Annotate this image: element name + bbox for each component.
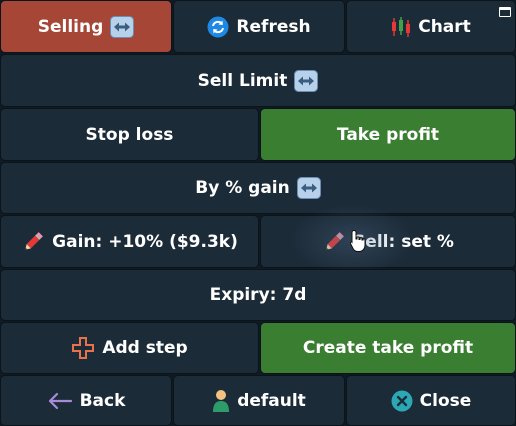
- chart-button[interactable]: Chart: [346, 0, 516, 53]
- default-profile-label: default: [237, 390, 306, 411]
- back-label: Back: [79, 390, 126, 411]
- plus-icon: [71, 336, 95, 360]
- close-button[interactable]: Close: [346, 375, 516, 426]
- back-button[interactable]: Back: [0, 375, 172, 426]
- refresh-button[interactable]: Refresh: [173, 0, 345, 53]
- by-gain-button[interactable]: By % gain: [0, 162, 516, 214]
- pencil-icon: [322, 230, 346, 254]
- default-profile-button[interactable]: default: [173, 375, 345, 426]
- expiry-button[interactable]: Expiry: 7d: [0, 269, 516, 321]
- by-gain-label: By % gain: [195, 178, 290, 198]
- expiry-label: Expiry: 7d: [209, 285, 307, 305]
- refresh-label: Refresh: [236, 16, 311, 37]
- sell-limit-button[interactable]: Sell Limit: [0, 54, 516, 107]
- gain-label: Gain: +10% ($9.3k): [52, 231, 238, 252]
- chart-label: Chart: [418, 16, 471, 37]
- sell-percent-label: Sell: set %: [353, 231, 454, 252]
- selling-button[interactable]: Selling: [0, 0, 172, 53]
- user-icon: [212, 389, 230, 413]
- create-take-profit-button[interactable]: Create take profit: [260, 322, 516, 374]
- sell-percent-button[interactable]: Sell: set %: [260, 215, 516, 268]
- add-step-label: Add step: [102, 338, 188, 358]
- take-profit-label: Take profit: [336, 124, 440, 145]
- stop-loss-label: Stop loss: [85, 124, 174, 145]
- left-right-arrows-icon: [110, 15, 135, 38]
- minimize-icon[interactable]: [499, 7, 511, 17]
- take-profit-button[interactable]: Take profit: [260, 108, 516, 161]
- gain-button[interactable]: Gain: +10% ($9.3k): [0, 215, 259, 268]
- close-circle-icon: [391, 390, 413, 412]
- sell-limit-label: Sell Limit: [197, 70, 288, 91]
- refresh-icon: [207, 16, 229, 38]
- close-label: Close: [419, 390, 472, 411]
- left-right-arrows-icon: [294, 69, 319, 92]
- add-step-button[interactable]: Add step: [0, 322, 259, 374]
- candlestick-chart-icon: [391, 16, 411, 38]
- pencil-icon: [21, 230, 45, 254]
- stop-loss-button[interactable]: Stop loss: [0, 108, 259, 161]
- left-arrow-icon: [47, 391, 73, 411]
- create-take-profit-label: Create take profit: [302, 338, 474, 358]
- selling-label: Selling: [37, 16, 104, 37]
- left-right-arrows-icon: [296, 177, 321, 199]
